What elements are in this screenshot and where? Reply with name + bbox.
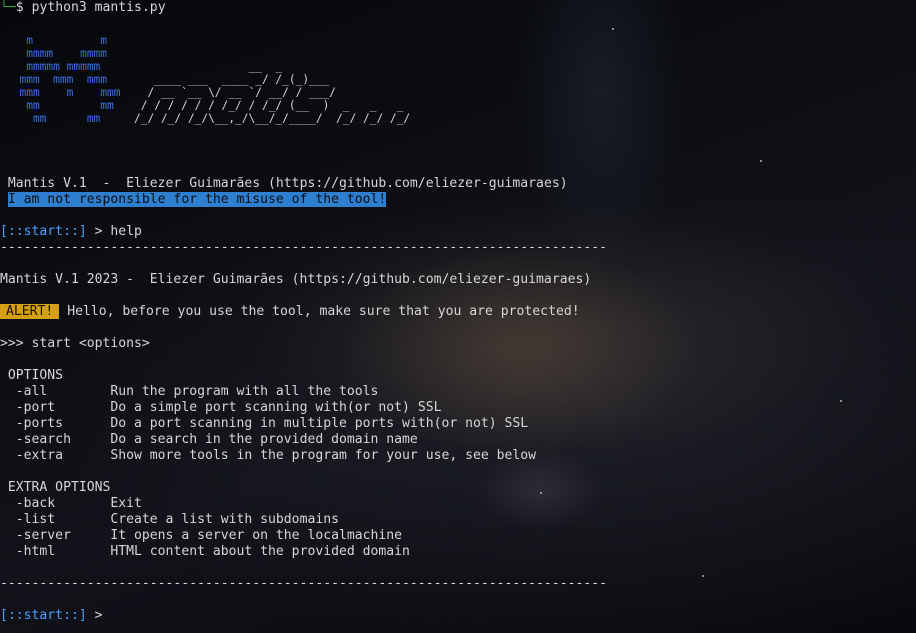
option-description: It opens a server on the localmachine [110,528,403,543]
option-flag: -all [0,384,111,399]
option-flag: -port [0,400,111,415]
option-flag: -back [0,496,111,511]
disclaimer-line: I am not responsible for the misuse of t… [0,192,387,208]
extra-option-row: -list Create a list with subdomains [0,512,339,528]
terminal-window[interactable]: └─$ python3 mantis.py m m mmmm mmmm mmmm… [0,0,916,633]
version-text: Mantis V.1 - Eliezer Guimarães (https://… [7,176,568,191]
banner-row: mm mm /_/ /_/ /_/\__,_/\__/_/____/ /_/ /… [6,112,410,125]
disclaimer-text: I am not responsible for the misuse of t… [7,192,387,207]
banner-ascii-text: / __ `__ \/ __ `/ __/ / ___/ [133,86,337,99]
prompt-arrow: > [86,608,111,623]
option-row: -search Do a search in the provided doma… [0,432,418,448]
option-flag: -extra [0,448,111,463]
banner-row: mmmmm mmmmm __ _ [6,60,410,73]
option-description: Do a port scanning in multiple ports wit… [110,416,529,431]
alert-message: Hello, before you use the tool, make sur… [59,304,580,319]
option-description: Do a search in the provided domain name [110,432,418,447]
option-row: -extra Show more tools in the program fo… [0,448,536,464]
option-flag: -html [0,544,111,559]
help-prompt: [::start::] > help [0,224,142,240]
prompt-arrow: > [86,224,111,239]
option-flag: -list [0,512,111,527]
option-flag: -search [0,432,111,447]
option-row: -all Run the program with all the tools [0,384,379,400]
help-title: Mantis V.1 2023 - Eliezer Guimarães (htt… [0,272,592,287]
separator-top: ----------------------------------------… [0,240,607,255]
banner-row: mmmm mmmm [6,47,410,60]
option-description: Run the program with all the tools [110,384,379,399]
option-flag: -ports [0,416,111,431]
mantis-logo-icon: mmmmm mmmmm [6,60,134,73]
shell-command: python3 mantis.py [31,0,166,15]
banner-ascii-text: / / / / / / /_/ / /_/ (__ ) _ _ _ [133,99,404,112]
prompt-label: [::start::] [0,224,87,239]
option-row: -ports Do a port scanning in multiple po… [0,416,528,432]
mantis-logo-icon: mm mm [6,112,134,125]
banner-ascii-text: ____ ___ ____ _/ /_(_)___ [133,73,330,86]
prompt-label: [::start::] [0,608,87,623]
extra-option-row: -html HTML content about the provided do… [0,544,410,560]
mantis-banner: m m mmmm mmmm mmmmm mmmmm __ _ mmm mmm m… [6,34,410,125]
alert-line: ALERT! Hello, before you use the tool, m… [0,304,580,320]
option-description: Do a simple port scanning with(or not) S… [110,400,442,415]
option-flag: -server [0,528,111,543]
shell-dollar: $ [15,0,32,15]
usage-line: >>> start <options> [0,336,150,351]
mantis-logo-icon: mmm mmm mmm [6,73,134,86]
option-description: HTML content about the provided domain [110,544,410,559]
command-line: └─$ python3 mantis.py [0,0,166,16]
option-row: -port Do a simple port scanning with(or … [0,400,442,416]
mantis-logo-icon: m m [6,34,134,47]
mantis-logo-icon: mmm m mmm [6,86,134,99]
input-prompt[interactable]: [::start::] > [0,608,110,624]
separator-bottom: ----------------------------------------… [0,576,607,591]
extra-option-row: -server It opens a server on the localma… [0,528,402,544]
option-description: Show more tools in the program for your … [110,448,537,463]
option-description: Create a list with subdomains [110,512,339,527]
mantis-logo-icon: mm mm [6,99,134,112]
extra-option-row: -back Exit [0,496,142,512]
version-line: Mantis V.1 - Eliezer Guimarães (https://… [0,176,568,192]
extra-options-title: EXTRA OPTIONS [0,480,111,495]
options-title: OPTIONS [0,368,64,383]
banner-row: mm mm / / / / / / /_/ / /_/ (__ ) _ _ _ [6,99,410,112]
banner-row: mmm m mmm / __ `__ \/ __ `/ __/ / ___/ [6,86,410,99]
entered-command: help [110,224,142,239]
mantis-logo-icon: mmmm mmmm [6,47,134,60]
prompt-corner-icon: └─ [0,0,16,15]
banner-row: m m [6,34,410,47]
alert-badge: ALERT! [0,304,60,319]
banner-ascii-text: /_/ /_/ /_/\__,_/\__/_/____/ /_/ /_/ /_/ [133,112,411,125]
banner-ascii-text: __ _ [133,60,283,73]
banner-row: mmm mmm mmm ____ ___ ____ _/ /_(_)___ [6,73,410,86]
option-description: Exit [110,496,142,511]
